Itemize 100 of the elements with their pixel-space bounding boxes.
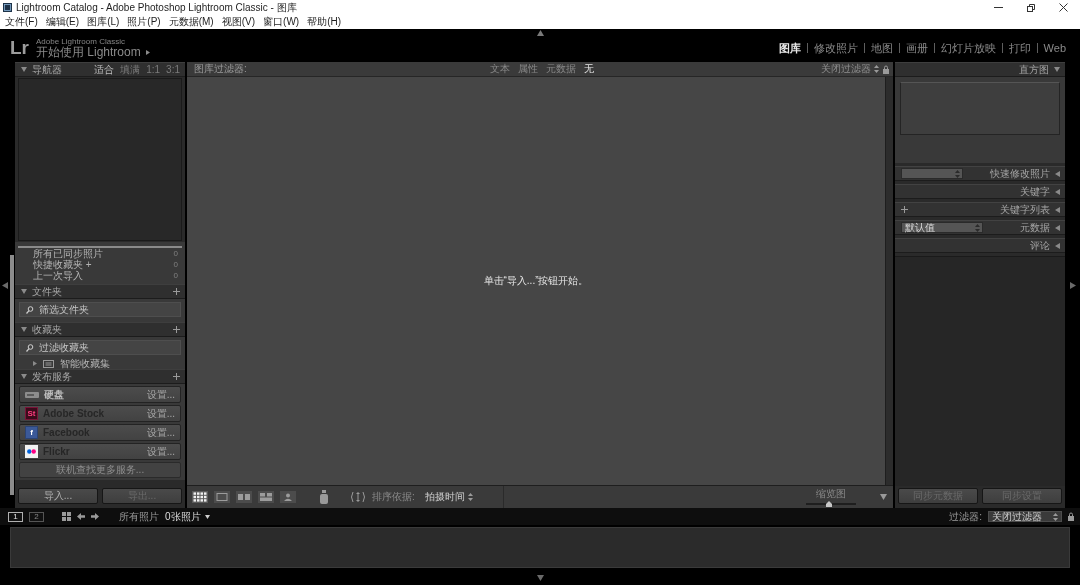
zoom-option[interactable]: 填满 [120,63,141,76]
panel-header[interactable]: 关键字 [895,184,1065,199]
spray-can-icon[interactable] [320,490,328,504]
triangle-icon[interactable] [536,574,544,581]
grid-view-icon[interactable] [192,491,208,503]
panel-title: 关键字列表 [1000,203,1050,216]
catalog-item[interactable]: 上一次导入 [33,270,83,281]
panel-title: 文件夹 [32,285,62,298]
panel-header[interactable]: 收藏夹 [15,322,185,337]
panel-header[interactable]: 评论 [895,238,1065,253]
catalog-item[interactable]: 所有已同步照片 [33,248,103,259]
catalog-item[interactable]: 快捷收藏夹 + [33,259,92,270]
menu-item[interactable]: 元数据(M) [164,16,218,28]
panel-header[interactable]: 默认值 元数据 [895,220,1065,235]
panel-header[interactable]: 文件夹 [15,284,185,299]
filter-tab[interactable]: 元数据 [545,63,576,75]
plus-icon[interactable] [173,373,180,380]
disclosure-triangle-icon[interactable] [21,374,27,379]
filter-dropdown[interactable]: 关闭过滤器 [988,511,1062,522]
restore-icon[interactable] [1027,3,1035,12]
disclosure-triangle-icon[interactable] [1055,242,1060,249]
disclosure-triangle-icon[interactable] [1054,67,1060,72]
module-tab[interactable]: Web [1037,41,1072,55]
triangle-icon[interactable] [145,50,150,55]
sort-dropdown[interactable]: 拍摄时间 [424,491,473,503]
module-tab[interactable]: 幻灯片放映 [934,41,1002,55]
product-name: Adobe Lightroom Classic [36,37,126,46]
panel-title: 评论 [1030,239,1050,252]
plus-icon[interactable] [173,326,180,333]
module-tab[interactable]: 画册 [899,41,934,55]
grid-icon[interactable] [62,512,71,521]
panel-title: 发布服务 [32,370,72,383]
panel-header[interactable]: 发布服务 [15,369,185,384]
triangle-icon[interactable] [536,30,544,36]
filter-tab[interactable]: 文本 [489,63,510,75]
menu-item[interactable]: 窗口(W) [259,16,304,28]
zoom-option[interactable]: 适合 [94,63,115,76]
menu-item[interactable]: 编辑(E) [41,16,84,28]
photo-count-dropdown[interactable]: 0张照片 [165,510,210,523]
panel-header[interactable]: 直方图 [895,62,1065,77]
menu-item[interactable]: 图库(L) [83,16,124,28]
forward-arrow-icon[interactable] [91,513,99,520]
menu-item[interactable]: 照片(P) [123,16,165,28]
disclosure-triangle-icon[interactable] [1055,224,1060,231]
panel-header[interactable]: 导航器 适合 填满 1:1 3:1 [15,62,185,77]
triangle-icon[interactable] [2,281,8,289]
disclosure-triangle-icon[interactable] [1055,170,1060,177]
service-row[interactable]: 硬盘 设置... [19,386,181,403]
panel-header[interactable]: 关键字列表 [895,202,1065,217]
disclosure-triangle-icon[interactable] [21,289,27,294]
module-tab[interactable]: 修改照片 [807,41,864,55]
lock-icon[interactable] [1068,512,1074,521]
back-arrow-icon[interactable] [77,513,85,520]
disclosure-triangle-icon[interactable] [1055,188,1060,195]
filter-field[interactable]: 过滤收藏夹 [19,340,181,355]
plus-icon[interactable] [173,288,180,295]
zoom-option[interactable]: 1:1 [146,63,161,76]
filter-tab[interactable]: 无 [583,63,594,75]
loupe-view-icon[interactable] [214,491,230,503]
sort-order-icon[interactable] [350,491,366,503]
panel-header[interactable]: 快速修改照片 [895,166,1065,181]
filter-preset-dropdown[interactable]: 关闭过滤器 [821,63,879,75]
identity-title: 开始使用 Lightroom [36,46,141,59]
close-icon[interactable] [1059,3,1068,12]
disclosure-triangle-icon[interactable] [33,361,37,366]
zoom-option[interactable]: 3:1 [166,63,180,76]
triangle-icon[interactable] [1069,281,1076,289]
module-tab[interactable]: 图库 [772,41,807,55]
panel-button[interactable]: 导入... [18,488,98,504]
page-button[interactable]: 1 [8,511,23,522]
updown-icon[interactable] [1053,512,1058,521]
plus-icon[interactable] [901,206,908,213]
module-tab[interactable]: 地图 [864,41,899,55]
filter-field[interactable]: 筛选文件夹 [19,302,181,317]
lock-icon[interactable] [883,64,889,74]
app-logo: Lr [10,38,29,58]
disclosure-triangle-icon[interactable] [1055,206,1060,213]
scrollbar[interactable] [10,255,14,495]
settings-link[interactable]: 设置... [146,388,175,401]
menu-item[interactable]: 文件(F) [1,16,42,28]
filter-tab[interactable]: 属性 [517,63,538,75]
menu-item[interactable]: 帮助(H) [303,16,346,28]
compare-view-icon[interactable] [236,491,252,503]
disclosure-triangle-icon[interactable] [21,67,27,72]
survey-view-icon[interactable] [258,491,274,503]
scrollbar[interactable] [885,77,893,485]
module-tab[interactable]: 打印 [1002,41,1037,55]
caret-down-icon[interactable] [204,514,210,519]
updown-icon[interactable] [467,493,473,501]
preset-dropdown[interactable]: 默认值 [901,222,983,233]
find-more-services-button[interactable]: 联机查找更多服务... [19,462,181,478]
disclosure-triangle-icon[interactable] [21,327,27,332]
page-button[interactable]: 2 [29,511,44,522]
updown-icon[interactable] [874,65,879,73]
panel-title: 直方图 [1019,63,1049,76]
search-icon [26,306,34,314]
people-view-icon[interactable] [280,491,296,503]
logo-tile: St [25,407,38,420]
collection-item[interactable]: 智能收藏集 [60,358,110,369]
menu-item[interactable]: 视图(V) [217,16,260,28]
